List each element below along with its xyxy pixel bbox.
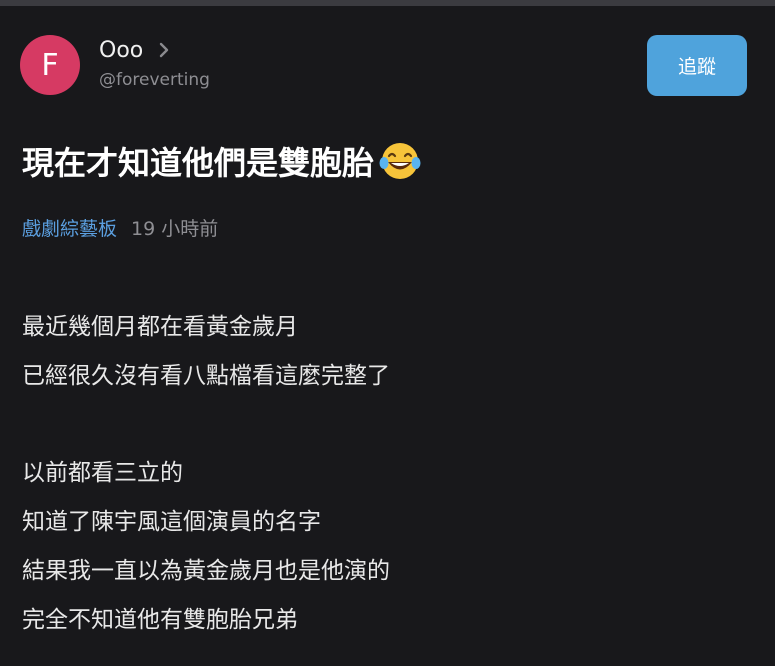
- author-name-row[interactable]: Ooo: [99, 38, 170, 63]
- follow-button[interactable]: 追蹤: [647, 35, 747, 96]
- post-title: 現在才知道他們是雙胞胎: [22, 138, 422, 184]
- body-line: 以前都看三立的: [22, 460, 183, 486]
- face-with-tears-of-joy-icon: [378, 139, 422, 183]
- post-body: 最近幾個月都在看黃金歲月 已經很久沒有看八點檔看這麼完整了 以前都看三立的 知道…: [22, 307, 742, 649]
- post-timestamp: 19 小時前: [131, 218, 219, 240]
- author-handle: @foreverting: [99, 70, 210, 90]
- body-line: 完全不知道他有雙胞胎兄弟: [22, 607, 298, 633]
- board-link[interactable]: 戲劇綜藝板: [22, 214, 117, 241]
- body-line: 知道了陳宇風這個演員的名字: [22, 509, 321, 535]
- avatar[interactable]: F: [20, 35, 80, 95]
- author-name[interactable]: Ooo: [99, 38, 143, 63]
- chevron-right-icon[interactable]: [159, 41, 170, 61]
- top-divider: [0, 0, 775, 6]
- body-line: 已經很久沒有看八點檔看這麼完整了: [22, 363, 390, 389]
- body-line-blank: [22, 405, 742, 453]
- body-line: 最近幾個月都在看黃金歲月: [22, 314, 298, 340]
- post-title-text: 現在才知道他們是雙胞胎: [22, 144, 375, 182]
- post-meta: 戲劇綜藝板 19 小時前: [22, 214, 218, 241]
- body-line: 結果我一直以為黃金歲月也是他演的: [22, 558, 390, 584]
